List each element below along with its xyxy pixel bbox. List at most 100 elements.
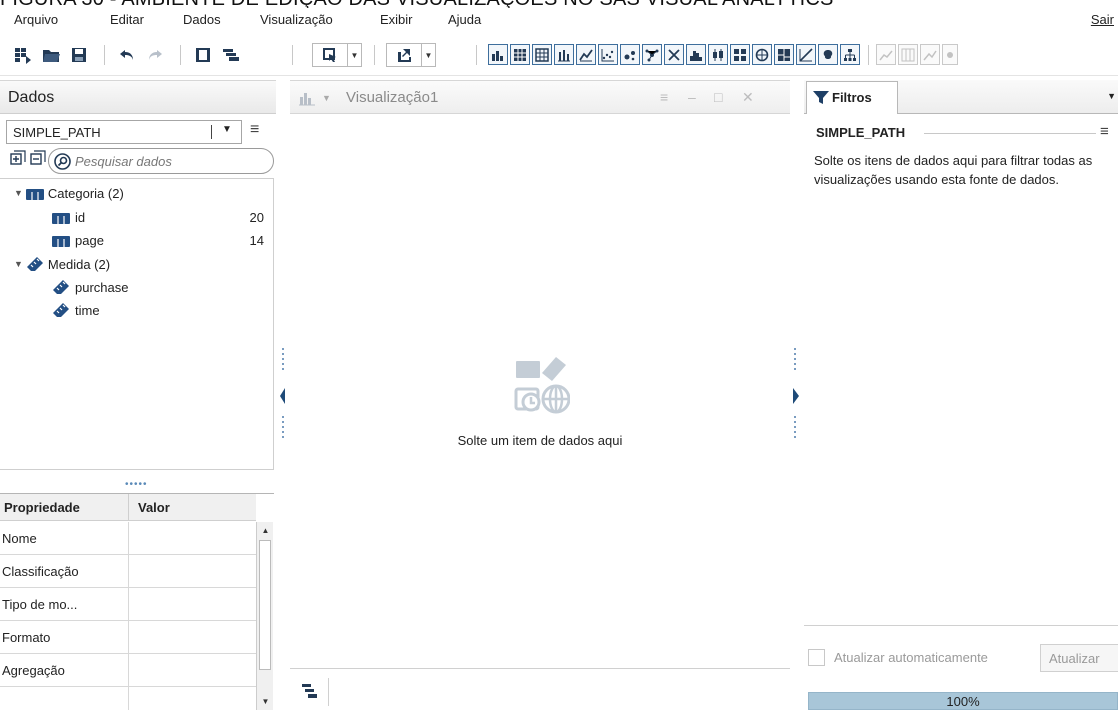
data-item-page[interactable]: page 14 bbox=[52, 230, 264, 250]
network-diagram-icon[interactable] bbox=[642, 44, 662, 65]
heat-map-icon[interactable] bbox=[730, 44, 750, 65]
data-item-time[interactable]: time bbox=[52, 300, 100, 320]
property-row[interactable]: Tipo de mo... bbox=[0, 588, 256, 621]
menu-exibir[interactable]: Exibir bbox=[380, 12, 413, 27]
data-source-select[interactable]: SIMPLE_PATH ▼ bbox=[6, 120, 242, 144]
data-menu-icon[interactable]: ≡ bbox=[250, 121, 259, 139]
properties-table: Propriedade Valor Nome Classificação Tip… bbox=[0, 493, 274, 710]
tabs-icon[interactable] bbox=[302, 684, 318, 698]
visualization-menu-icon[interactable]: ≡ bbox=[660, 89, 668, 105]
left-panel-gutter[interactable] bbox=[276, 80, 290, 710]
right-panel-gutter[interactable] bbox=[790, 80, 804, 710]
scatter-plot-icon[interactable] bbox=[598, 44, 618, 65]
drop-zone-message: Solte um item de dados aqui bbox=[457, 433, 623, 448]
filter-instructions: Solte os itens de dados aqui para filtra… bbox=[814, 153, 1093, 187]
expand-all-icon[interactable] bbox=[10, 150, 26, 166]
visualization-title[interactable]: Visualização1 bbox=[346, 89, 438, 106]
menu-arquivo[interactable]: Arquivo bbox=[14, 12, 58, 27]
undo-icon[interactable] bbox=[116, 44, 138, 66]
property-row[interactable]: Nome bbox=[0, 522, 256, 555]
selection-mode-dropdown[interactable]: ▼ bbox=[312, 43, 362, 67]
auto-update-checkbox[interactable] bbox=[808, 649, 825, 666]
data-item-purchase[interactable]: purchase bbox=[52, 277, 128, 297]
hierarchy-icon[interactable] bbox=[840, 44, 860, 65]
visualization-footer bbox=[290, 670, 790, 710]
column-header-value: Valor bbox=[138, 500, 170, 515]
drop-placeholder-icon bbox=[514, 357, 570, 414]
box-plot-icon[interactable] bbox=[708, 44, 728, 65]
collapse-right-handle-icon[interactable] bbox=[790, 80, 804, 710]
property-row[interactable]: Formato bbox=[0, 621, 256, 654]
maximize-icon[interactable]: □ bbox=[714, 89, 722, 105]
decision-tree-icon[interactable] bbox=[818, 44, 838, 65]
visualization-drop-zone[interactable]: Solte um item de dados aqui bbox=[290, 114, 790, 669]
tree-node-category[interactable]: ▼ Categoria (2) bbox=[14, 183, 124, 203]
collapse-all-icon[interactable] bbox=[30, 150, 46, 166]
redo-icon[interactable] bbox=[144, 44, 166, 66]
property-row[interactable]: Agregação bbox=[0, 654, 256, 687]
close-icon[interactable]: ✕ bbox=[742, 89, 754, 106]
auto-update-row: Atualizar automaticamente Atualizar bbox=[808, 644, 1118, 672]
panel-splitter-handle[interactable]: ••••• bbox=[125, 479, 148, 490]
treemap-icon[interactable] bbox=[774, 44, 794, 65]
chevron-down-icon: ▼ bbox=[421, 44, 435, 66]
update-button[interactable]: Atualizar bbox=[1040, 644, 1118, 672]
histogram-icon[interactable] bbox=[686, 44, 706, 65]
search-data-input[interactable]: Pesquisar dados bbox=[48, 148, 274, 174]
data-item-id[interactable]: id 20 bbox=[52, 207, 264, 227]
bar-chart-icon[interactable] bbox=[554, 44, 574, 65]
filter-icon bbox=[813, 91, 829, 104]
properties-header: Propriedade Valor bbox=[0, 494, 256, 521]
parallel-coordinates-icon[interactable] bbox=[664, 44, 684, 65]
property-name: Classificação bbox=[2, 564, 79, 579]
search-icon bbox=[54, 153, 71, 170]
property-row[interactable]: Classificação bbox=[0, 555, 256, 588]
auto-update-label: Atualizar automaticamente bbox=[834, 650, 988, 665]
chevron-down-icon: ▼ bbox=[322, 93, 331, 103]
data-item-count: 14 bbox=[249, 232, 264, 248]
collapse-left-handle-icon[interactable] bbox=[276, 80, 290, 710]
properties-scrollbar[interactable]: ▲ ▼ bbox=[256, 522, 273, 710]
export-icon bbox=[387, 47, 421, 63]
data-item-name: purchase bbox=[75, 279, 129, 295]
expand-triangle-icon[interactable]: ▼ bbox=[14, 188, 23, 198]
tab-filtros[interactable]: Filtros bbox=[806, 81, 898, 114]
chevron-down-icon: ▼ bbox=[347, 44, 361, 66]
correlation-matrix-icon[interactable] bbox=[796, 44, 816, 65]
tab-label: Filtros bbox=[832, 90, 872, 105]
menu-editar[interactable]: Editar bbox=[110, 12, 144, 27]
auto-chart-icon bbox=[299, 93, 315, 106]
open-folder-icon[interactable] bbox=[40, 44, 62, 66]
scroll-down-icon[interactable]: ▼ bbox=[259, 695, 272, 709]
menu-sair[interactable]: Sair bbox=[1091, 12, 1114, 27]
scrollbar-thumb[interactable] bbox=[259, 540, 271, 670]
automatic-chart-icon[interactable] bbox=[488, 44, 508, 65]
scroll-up-icon[interactable]: ▲ bbox=[259, 524, 272, 538]
menu-ajuda[interactable]: Ajuda bbox=[448, 12, 481, 27]
table-icon[interactable] bbox=[510, 44, 530, 65]
filter-menu-icon[interactable]: ≡ bbox=[1100, 123, 1109, 140]
bubble-plot-icon[interactable] bbox=[620, 44, 640, 65]
export-dropdown[interactable]: ▼ bbox=[386, 43, 436, 67]
category-group-label: Categoria (2) bbox=[47, 185, 124, 201]
save-icon[interactable] bbox=[68, 44, 90, 66]
disabled-more-icon bbox=[942, 44, 958, 65]
visualization-type-dropdown[interactable]: ▼ bbox=[298, 88, 338, 108]
menu-visualizacao[interactable]: Visualização bbox=[260, 12, 333, 27]
minimize-icon[interactable]: – bbox=[688, 89, 696, 105]
tabs-icon[interactable] bbox=[220, 44, 242, 66]
geo-map-icon[interactable] bbox=[752, 44, 772, 65]
expand-triangle-icon[interactable]: ▼ bbox=[14, 259, 23, 269]
filters-drop-zone[interactable]: SIMPLE_PATH ≡ Solte os itens de dados aq… bbox=[804, 114, 1118, 626]
line-chart-icon[interactable] bbox=[576, 44, 596, 65]
property-row[interactable] bbox=[0, 687, 256, 710]
chevron-down-icon[interactable]: ▼ bbox=[1107, 91, 1116, 101]
measure-icon bbox=[53, 303, 69, 317]
layout-icon[interactable] bbox=[192, 44, 214, 66]
visualization-panel: ▼ Visualização1 ≡ – □ ✕ Solte um item de… bbox=[290, 80, 790, 710]
tree-node-measure[interactable]: ▼ Medida (2) bbox=[14, 254, 110, 274]
crosstab-icon[interactable] bbox=[532, 44, 552, 65]
data-panel: Dados SIMPLE_PATH ▼ ≡ Pesquisar dados ▼ … bbox=[0, 80, 276, 710]
menu-dados[interactable]: Dados bbox=[183, 12, 221, 27]
data-sources-icon[interactable] bbox=[12, 44, 34, 66]
